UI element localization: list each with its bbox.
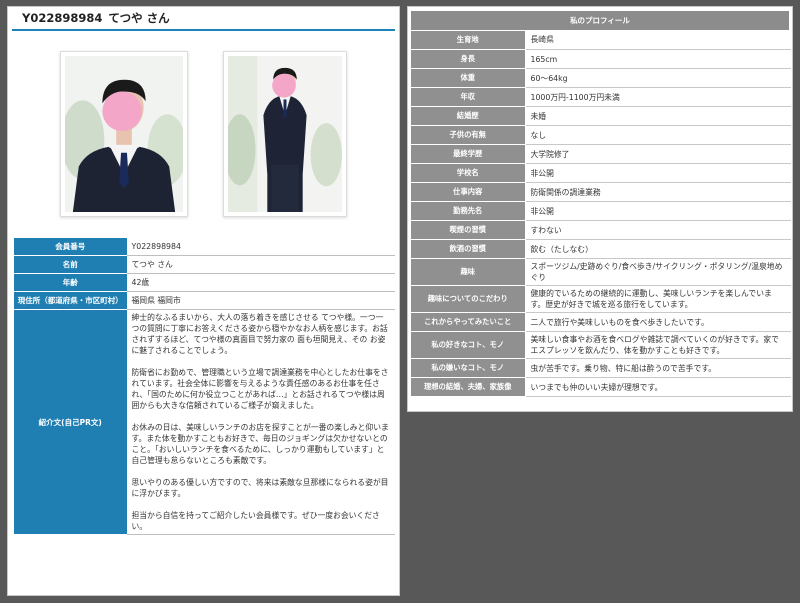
title-member-name: てつや さん	[108, 11, 170, 25]
profile-label: 学校名	[411, 163, 526, 183]
profile-value: すわない	[525, 220, 791, 240]
profile-value: 美味しい食事やお酒を食べログや雑誌で調べていくのが好きです。家でエスプレッソを飲…	[525, 331, 791, 359]
profile-value: 防衛関係の調達業務	[525, 182, 791, 202]
profile-label: 体重	[411, 68, 526, 88]
intro-paragraph: 紳士的なふるまいから、大人の落ち着きを感じさせる てつや様。一つ一つの質問に丁寧…	[131, 313, 388, 355]
profile-title: Y022898984 てつや さん	[12, 7, 395, 31]
profile-label: 最終学歴	[411, 144, 526, 164]
profile-row: 私の好きなコト、モノ 美味しい食事やお酒を食べログや雑誌で調べていくのが好きです。…	[411, 331, 791, 359]
profile-value: 虫が苦手です。乗り物、特に船は酔うので苦手です。	[525, 358, 791, 378]
info-label: 現住所（都道府県・市区町村）	[13, 291, 127, 310]
photo-gallery	[8, 31, 399, 231]
info-row: 名前 てつや さん	[13, 255, 395, 274]
intro-label: 紹介文(自己PR文)	[13, 309, 127, 535]
profile-row: 身長 165cm	[411, 49, 791, 69]
profile-value: 二人で旅行や美味しいものを食べ歩きしたいです。	[525, 312, 791, 332]
profile-label: 趣味についてのこだわり	[411, 285, 526, 313]
intro-paragraph: 担当から自信を持ってご紹介したい会員様です。ぜひ一度お会いください。	[131, 511, 380, 531]
profile-row: 趣味 スポーツジム/史跡めぐり/食べ歩き/サイクリング・ポタリング/温泉地めぐり	[411, 258, 791, 286]
profile-row: 趣味についてのこだわり 健康的でいるための継続的に運動し、美味しいランチを楽しんで…	[411, 285, 791, 313]
profile-row: 私の嫌いなコト、モノ 虫が苦手です。乗り物、特に船は酔うので苦手です。	[411, 358, 791, 378]
profile-row: これからやってみたいこと 二人で旅行や美味しいものを食べ歩きしたいです。	[411, 312, 791, 332]
profile-row: 体重 60～64kg	[411, 68, 791, 88]
intro-row: 紹介文(自己PR文) 紳士的なふるまいから、大人の落ち着きを感じさせる てつや様…	[13, 309, 395, 535]
info-row: 年齢 42歳	[13, 273, 395, 292]
profile-label: 喫煙の習慣	[411, 220, 526, 240]
profile-value: 非公開	[525, 201, 791, 221]
profile-label: 結婚歴	[411, 106, 526, 126]
profile-row: 生育地 長崎県	[411, 30, 791, 50]
intro-paragraph: 防衛省にお勤めで、管理職という立場で調達業務を中心としたお仕事をされています。社…	[131, 368, 389, 410]
title-member-id: Y022898984	[22, 11, 103, 25]
info-value: てつや さん	[126, 255, 395, 274]
profile-value: 大学院修了	[525, 144, 791, 164]
profile-row: 結婚歴 未婚	[411, 106, 791, 126]
info-row: 会員番号 Y022898984	[13, 237, 395, 256]
profile-value: 飲む（たしなむ）	[525, 239, 791, 259]
profile-row: 年収 1000万円-1100万円未満	[411, 87, 791, 107]
profile-value: スポーツジム/史跡めぐり/食べ歩き/サイクリング・ポタリング/温泉地めぐり	[525, 258, 791, 286]
profile-label: これからやってみたいこと	[411, 312, 526, 332]
profile-value: 非公開	[525, 163, 791, 183]
info-value: 福岡県 福岡市	[126, 291, 395, 310]
profile-row: 子供の有無 なし	[411, 125, 791, 145]
profile-detail-table: 生育地 長崎県 身長 165cm 体重 60～64kg 年収 1000万円-1100万円未満結…	[411, 30, 791, 397]
profile-row: 飲酒の習慣 飲む（たしなむ）	[411, 239, 791, 259]
profile-label: 理想の結婚、夫婦、家族像	[411, 377, 526, 397]
info-value: 42歳	[126, 273, 395, 292]
profile-label: 私の嫌いなコト、モノ	[411, 358, 526, 378]
info-label: 年齢	[13, 273, 127, 292]
member-info-table: 会員番号 Y022898984 名前 てつや さん 年齢 42歳 現住所（都道府県・市区町村…	[13, 237, 395, 535]
profile-value: 60～64kg	[525, 68, 791, 88]
profile-label: 仕事内容	[411, 182, 526, 202]
profile-row: 理想の結婚、夫婦、家族像 いつまでも仲のいい夫婦が理想です。	[411, 377, 791, 397]
profile-value: 長崎県	[525, 30, 791, 50]
profile-row: 学校名 非公開	[411, 163, 791, 183]
profile-label: 私の好きなコト、モノ	[411, 331, 526, 359]
profile-label: 勤務先名	[411, 201, 526, 221]
member-photo-full-body[interactable]	[223, 51, 347, 217]
intro-paragraph: お休みの日は、美味しいランチのお店を探すことが一番の楽しみと仰います。また体を動…	[131, 423, 389, 465]
my-profile-panel: 私のプロフィール 生育地 長崎県 身長 165cm 体重 60～64kg 年収 1000万円-…	[407, 6, 793, 412]
profile-value: 165cm	[525, 49, 791, 69]
intro-text: 紳士的なふるまいから、大人の落ち着きを感じさせる てつや様。一つ一つの質問に丁寧…	[126, 309, 395, 535]
info-label: 名前	[13, 255, 127, 274]
info-row: 現住所（都道府県・市区町村） 福岡県 福岡市	[13, 291, 395, 310]
profile-value: 健康的でいるための継続的に運動し、美味しいランチを楽しんでいます。歴史が好きで城…	[525, 285, 791, 313]
profile-row: 最終学歴 大学院修了	[411, 144, 791, 164]
member-profile-panel: Y022898984 てつや さん 会員番号 Y022898984 名前 てつや…	[7, 6, 400, 596]
profile-value: 1000万円-1100万円未満	[525, 87, 791, 107]
profile-label: 年収	[411, 87, 526, 107]
member-photo-upper-body[interactable]	[60, 51, 188, 217]
profile-row: 仕事内容 防衛関係の調達業務	[411, 182, 791, 202]
profile-row: 喫煙の習慣 すわない	[411, 220, 791, 240]
intro-paragraph: 思いやりのある優しい方ですので、将来は素敵な旦那様になられる姿が目に浮かびます。	[131, 478, 389, 498]
profile-value: いつまでも仲のいい夫婦が理想です。	[525, 377, 791, 397]
profile-label: 子供の有無	[411, 125, 526, 145]
profile-label: 飲酒の習慣	[411, 239, 526, 259]
profile-row: 勤務先名 非公開	[411, 201, 791, 221]
profile-value: なし	[525, 125, 791, 145]
profile-label: 趣味	[411, 258, 526, 286]
info-value: Y022898984	[126, 237, 395, 256]
profile-label: 身長	[411, 49, 526, 69]
profile-section-header: 私のプロフィール	[411, 11, 789, 30]
profile-value: 未婚	[525, 106, 791, 126]
profile-label: 生育地	[411, 30, 526, 50]
info-label: 会員番号	[13, 237, 127, 256]
